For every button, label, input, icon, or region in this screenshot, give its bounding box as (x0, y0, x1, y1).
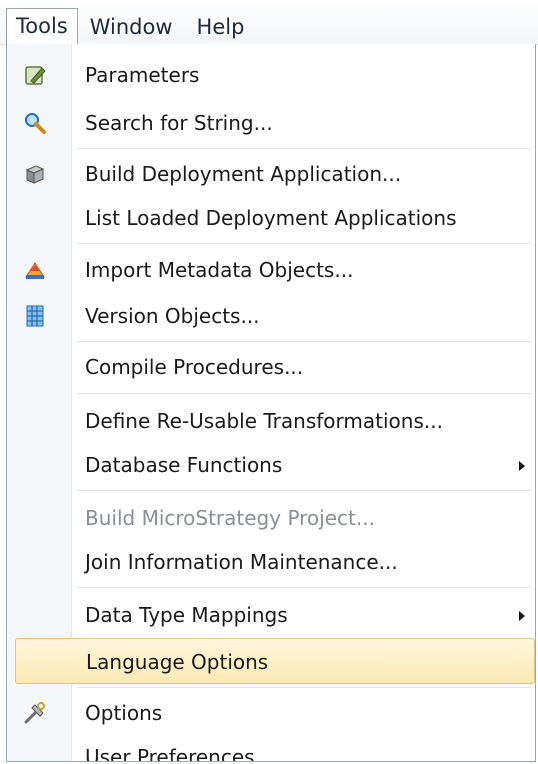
menu-item-user-preferences[interactable]: User Preferences (13, 734, 533, 762)
search-icon (25, 113, 46, 134)
menu-item-label: Database Functions (85, 453, 283, 477)
menu-item-search-for-string[interactable]: Search for String... (13, 100, 533, 146)
menu-item-label: Build Deployment Application... (85, 162, 402, 186)
menu-item-build-deployment[interactable]: Build Deployment Application... (13, 151, 533, 197)
menu-separator (77, 587, 531, 588)
menu-item-options[interactable]: Options (13, 690, 533, 736)
menu-separator (77, 393, 531, 394)
menu-item-build-microstrategy: Build MicroStrategy Project... (13, 495, 533, 541)
import-icon (25, 262, 45, 279)
menu-item-label: Define Re-Usable Transformations... (85, 409, 443, 433)
menu-separator (77, 687, 531, 688)
parameters-icon (25, 66, 46, 85)
menu-item-define-transformations[interactable]: Define Re-Usable Transformations... (13, 398, 533, 444)
menu-item-database-functions[interactable]: Database Functions (13, 442, 533, 488)
menu-window[interactable]: Window (78, 10, 185, 44)
tools-icon (24, 702, 45, 724)
menu-item-import-metadata[interactable]: Import Metadata Objects... (13, 247, 533, 293)
menu-item-label: List Loaded Deployment Applications (85, 206, 457, 230)
menu-item-label: User Preferences (85, 745, 255, 762)
menu-item-language-options[interactable]: Language Options (15, 638, 535, 684)
menu-item-label: Data Type Mappings (85, 603, 288, 627)
menu-item-label: Parameters (85, 63, 200, 87)
menu-item-label: Version Objects... (85, 304, 260, 328)
menu-item-compile-procedures[interactable]: Compile Procedures... (13, 344, 533, 390)
menu-bar: Tools Window Help (0, 0, 538, 45)
menu-item-version-objects[interactable]: Version Objects... (13, 293, 533, 339)
menu-item-label: Join Information Maintenance... (85, 550, 398, 574)
menu-separator (77, 490, 531, 491)
menu-item-label: Compile Procedures... (85, 355, 304, 379)
menu-item-join-information[interactable]: Join Information Maintenance... (13, 539, 533, 585)
menu-item-label: Options (85, 701, 163, 725)
submenu-arrow-icon (519, 461, 525, 471)
menu-tools[interactable]: Tools (6, 8, 78, 44)
menu-item-label: Search for String... (85, 111, 273, 135)
menu-item-parameters[interactable]: Parameters (13, 52, 533, 98)
menu-item-label: Build MicroStrategy Project... (85, 506, 375, 530)
menu-help[interactable]: Help (185, 10, 257, 44)
menu-separator (77, 341, 531, 342)
package-icon (25, 165, 45, 184)
submenu-arrow-icon (519, 611, 525, 621)
grid-icon (26, 305, 44, 327)
menu-separator (77, 243, 531, 244)
menu-item-list-loaded-deployment[interactable]: List Loaded Deployment Applications (13, 195, 533, 241)
menu-item-label: Import Metadata Objects... (85, 258, 354, 282)
menu-separator (77, 148, 531, 149)
menu-item-label: Language Options (86, 650, 269, 674)
tools-dropdown-menu: Parameters Search for String... Build De… (6, 44, 536, 762)
menu-item-data-type-mappings[interactable]: Data Type Mappings (13, 592, 533, 638)
